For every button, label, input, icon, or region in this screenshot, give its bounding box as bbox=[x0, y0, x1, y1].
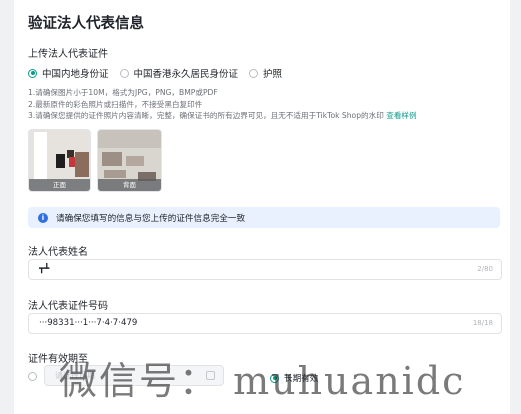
id-number-label: 法人代表证件号码 bbox=[28, 301, 108, 312]
id-type-radio-group: 中国内地身份证 中国香港永久居民身份证 护照 bbox=[28, 66, 293, 80]
id-front-image[interactable]: 正面 bbox=[28, 129, 91, 192]
radio-label: 中国香港永久居民身份证 bbox=[133, 69, 239, 80]
verification-card: 验证法人代表信息 上传法人代表证件 中国内地身份证 中国香港永久居民身份证 护照… bbox=[14, 0, 510, 414]
radio-icon bbox=[249, 68, 259, 78]
notice-text: 请确保您填写的信息与您上传的证件信息完全一致 bbox=[56, 213, 246, 224]
sample-link[interactable]: 查看样例 bbox=[386, 111, 416, 120]
radio-icon bbox=[119, 68, 129, 78]
image-caption: 正面 bbox=[29, 179, 90, 191]
rule-line: 1.请确保图片小于10M，格式为JPG，PNG，BMP或PDF bbox=[28, 88, 218, 97]
name-input[interactable]: ┳┻ 2/80 bbox=[28, 259, 502, 280]
watermark: 微信号： muhuanidc bbox=[59, 359, 466, 403]
radio-selected-icon bbox=[28, 68, 37, 78]
id-number-input[interactable]: ···98331···1···7·4·7·479 18/18 bbox=[28, 313, 502, 334]
name-input-value: ┳┻ bbox=[39, 264, 50, 274]
char-counter: 18/18 bbox=[472, 319, 493, 327]
page-title: 验证法人代表信息 bbox=[28, 16, 144, 32]
date-radio[interactable] bbox=[28, 372, 37, 381]
radio-option-passport[interactable]: 护照 bbox=[249, 66, 282, 80]
info-notice: i 请确保您填写的信息与您上传的证件信息完全一致 bbox=[28, 207, 500, 228]
id-back-image[interactable]: 背面 bbox=[97, 129, 162, 192]
char-counter: 2/80 bbox=[477, 265, 493, 273]
upload-rules: 1.请确保图片小于10M，格式为JPG，PNG，BMP或PDF 2.最新原件的彩… bbox=[28, 87, 417, 122]
image-caption: 背面 bbox=[98, 179, 161, 191]
info-icon: i bbox=[38, 212, 48, 223]
upload-label: 上传法人代表证件 bbox=[28, 49, 108, 60]
radio-label: 中国内地身份证 bbox=[42, 69, 109, 80]
rule-line: 3.请确保您提供的证件照片内容清晰，完整，确保证书的所有边界可见，且无不适用于T… bbox=[28, 111, 417, 120]
radio-option-mainland-id[interactable]: 中国内地身份证 bbox=[28, 66, 109, 80]
name-field-label: 法人代表姓名 bbox=[28, 247, 88, 258]
id-number-value: ···98331···1···7·4·7·479 bbox=[39, 318, 138, 328]
radio-option-hk-id[interactable]: 中国香港永久居民身份证 bbox=[119, 66, 239, 80]
rule-line: 2.最新原件的彩色照片或扫描件，不接受黑白复印件 bbox=[28, 99, 203, 109]
radio-label: 护照 bbox=[263, 69, 283, 80]
